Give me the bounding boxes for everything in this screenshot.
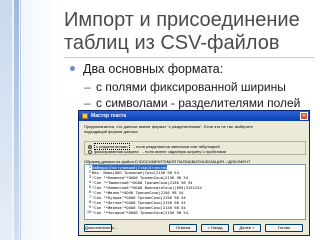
preview-row-text: "Сон "*Чигиров"*ООО0 ТропинСочи|2156 98 … <box>92 210 189 215</box>
finish-button[interactable]: Готово <box>265 224 303 232</box>
sub-bullet-text: с символами - разделителями полей <box>96 96 301 110</box>
advanced-button[interactable]: Дополнительно... <box>84 224 117 232</box>
format-group: с разделителями - поля разделяются запят… <box>84 141 306 155</box>
radio-fixed-width-description: - поля имеют заданную ширину с пробелами <box>142 149 226 154</box>
slide-title-line-2: таблиц из CSV-файлов <box>64 32 280 54</box>
app-icon <box>82 113 88 119</box>
radio-fixed-width[interactable]: фиксированная ширина - поля имеют заданн… <box>88 149 226 154</box>
bullet-main-text: Два основных формата: <box>83 62 224 76</box>
sub-bullet-text: с полями фиксированной ширины <box>96 80 286 94</box>
preview-row-number: 10 <box>87 210 91 214</box>
dialog-title: Мастер текста <box>91 113 127 119</box>
back-button[interactable]: < Назад <box>201 224 229 232</box>
radio-unselected-icon[interactable] <box>88 149 92 154</box>
sub-bullet-delimited: – с символами - разделителями полей <box>84 96 300 111</box>
slide-title-line-1: Импорт и присоединение <box>64 9 300 31</box>
close-icon[interactable]: ✕ <box>300 112 308 120</box>
bullet-dot-icon <box>70 66 75 72</box>
slide-bar-narrow <box>14 0 19 240</box>
slide-bar-wide <box>0 0 12 240</box>
dialog-titlebar[interactable]: Мастер текста ✕ <box>79 111 309 121</box>
cancel-button[interactable]: Отмена <box>169 224 197 232</box>
data-preview-box[interactable]: 1 Кафедра|Поступивший|Стаж|Отчество 2 Вас. … <box>84 164 306 220</box>
radio-fixed-width-label: фиксированная ширина <box>94 149 139 154</box>
text-import-wizard-dialog: Мастер текста ✕ Предполагается, что данн… <box>78 110 310 236</box>
slide-left-bars <box>0 0 22 240</box>
dialog-intro: Предполагается, что данные имеют формат … <box>84 124 306 134</box>
intro-line-2: подходящий формат данных. <box>84 129 139 134</box>
dash-icon: – <box>84 80 91 94</box>
dash-icon: – <box>84 96 91 110</box>
title-divider <box>64 57 314 58</box>
slide-title: Импорт и присоединение таблиц из CSV-фай… <box>64 9 314 55</box>
radio-selected-icon[interactable] <box>88 144 92 149</box>
next-button[interactable]: Далее > <box>233 224 261 232</box>
preview-row: 10 "Сон "*Чигиров"*ООО0 ТропинСочи|2156 9… <box>85 210 305 215</box>
slide-bar-line <box>20 0 21 240</box>
sub-bullet-fixed-width: – с полями фиксированной ширины <box>84 80 286 95</box>
bullet-main: Два основных формата: <box>70 62 223 77</box>
